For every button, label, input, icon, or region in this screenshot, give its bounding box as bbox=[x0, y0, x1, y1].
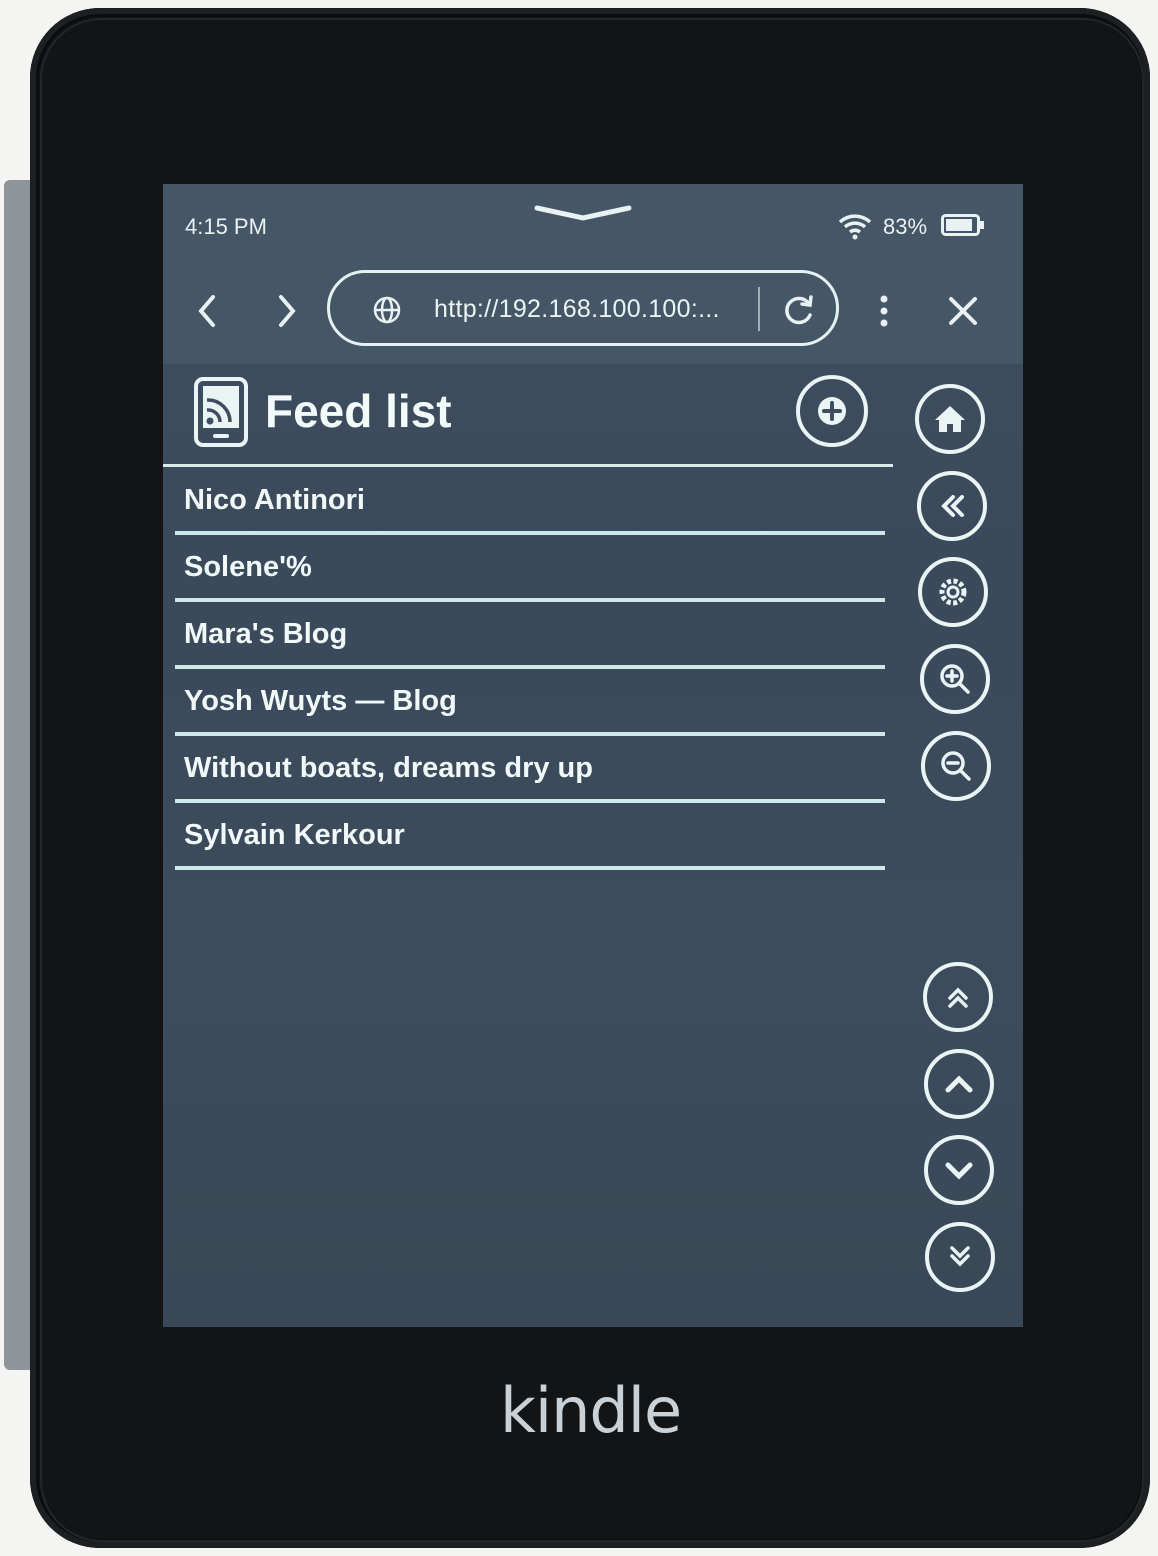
browser-toolbar: http://192.168.100.100:... bbox=[163, 264, 1023, 364]
add-feed-button[interactable] bbox=[795, 374, 869, 448]
globe-icon bbox=[373, 296, 401, 324]
feed-title[interactable]: Sylvain Kerkour bbox=[184, 819, 405, 852]
feed-title[interactable]: Solene'% bbox=[184, 551, 312, 584]
address-divider bbox=[758, 287, 760, 331]
back-button[interactable] bbox=[183, 286, 233, 336]
address-bar[interactable]: http://192.168.100.100:... bbox=[327, 270, 839, 346]
feed-item[interactable]: Yosh Wuyts — Blog bbox=[175, 669, 885, 736]
wifi-icon bbox=[838, 214, 872, 240]
feed-title[interactable]: Nico Antinori bbox=[184, 484, 365, 517]
feed-item[interactable]: Solene'% bbox=[175, 535, 885, 602]
page-up-button[interactable] bbox=[922, 1047, 996, 1121]
feed-list: Nico Antinori Solene'% Mara's Blog Yosh … bbox=[175, 468, 885, 870]
battery-icon bbox=[941, 214, 984, 236]
feed-title[interactable]: Without boats, dreams dry up bbox=[184, 752, 593, 785]
forward-button[interactable] bbox=[261, 286, 311, 336]
settings-button[interactable] bbox=[916, 555, 990, 629]
rss-feed-icon bbox=[194, 377, 248, 447]
feed-item[interactable]: Sylvain Kerkour bbox=[175, 803, 885, 870]
kebab-menu-icon bbox=[880, 295, 888, 327]
kindle-logo: kindle bbox=[500, 1374, 682, 1447]
status-time: 4:15 PM bbox=[185, 214, 267, 239]
scroll-top-button[interactable] bbox=[921, 960, 995, 1034]
close-browser-button[interactable] bbox=[938, 286, 988, 336]
feed-item[interactable]: Without boats, dreams dry up bbox=[175, 736, 885, 803]
zoom-in-button[interactable] bbox=[918, 642, 992, 716]
close-icon bbox=[949, 297, 977, 325]
page-header: Feed list bbox=[163, 364, 893, 464]
url-text[interactable]: http://192.168.100.100:... bbox=[434, 295, 720, 324]
zoom-out-button[interactable] bbox=[919, 729, 993, 803]
e-ink-screen: 4:15 PM 83% http://192.168.100.100:... F… bbox=[163, 184, 1023, 1327]
browser-menu-button[interactable] bbox=[859, 286, 909, 336]
status-bar: 4:15 PM 83% bbox=[163, 184, 1023, 264]
feed-item[interactable]: Mara's Blog bbox=[175, 602, 885, 669]
back-double-button[interactable] bbox=[915, 469, 989, 543]
pull-down-tab-icon[interactable] bbox=[533, 202, 633, 224]
reload-icon[interactable] bbox=[782, 293, 816, 327]
battery-percent: 83% bbox=[883, 214, 928, 239]
chevron-right-icon bbox=[279, 295, 296, 327]
scroll-bottom-button[interactable] bbox=[923, 1220, 997, 1294]
home-button[interactable] bbox=[913, 382, 987, 456]
page-title: Feed list bbox=[265, 385, 452, 437]
feed-title[interactable]: Yosh Wuyts — Blog bbox=[184, 685, 457, 718]
feed-title[interactable]: Mara's Blog bbox=[184, 618, 347, 651]
chevron-left-icon bbox=[198, 295, 215, 327]
page-down-button[interactable] bbox=[922, 1133, 996, 1207]
header-divider bbox=[163, 464, 893, 467]
feed-item[interactable]: Nico Antinori bbox=[175, 468, 885, 535]
